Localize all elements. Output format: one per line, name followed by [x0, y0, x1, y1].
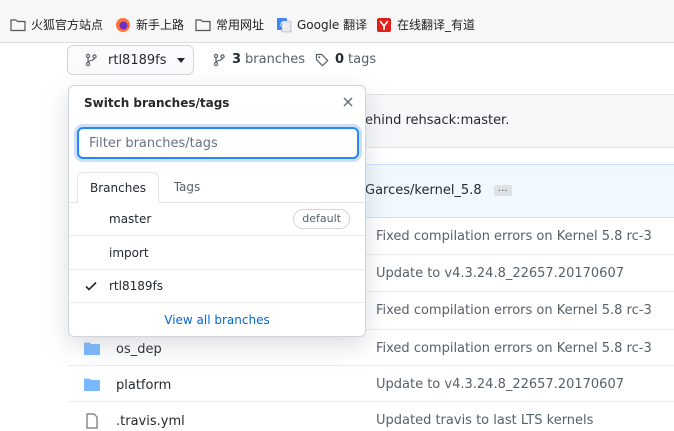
bookmark-google-translate[interactable]: G Google 翻译 [276, 16, 367, 33]
row-divider [366, 254, 674, 255]
branch-item-import[interactable]: import [69, 237, 365, 270]
google-translate-icon: G [277, 17, 292, 32]
file-row-travis[interactable]: .travis.yml [84, 411, 185, 431]
default-branch-badge: default [293, 209, 350, 229]
bookmark-label: 在线翻译_有道 [397, 18, 476, 32]
bookmark-youdao[interactable]: 在线翻译_有道 [376, 16, 475, 33]
file-icon [86, 413, 98, 429]
branch-filter-input[interactable] [77, 127, 359, 159]
bookmarks-toolbar: 火狐官方站点 新手上路 常用网址 G Google 翻译 在线翻译_有道 [0, 0, 674, 43]
commit-message[interactable]: Fixed compilation errors on Kernel 5.8 r… [376, 229, 652, 244]
file-name[interactable]: .travis.yml [116, 414, 185, 429]
current-branch-label: rtl8189fs [108, 52, 167, 68]
dropdown-header: Switch branches/tags [69, 86, 365, 120]
dropdown-footer: View all branches [69, 303, 365, 337]
commit-message[interactable]: Updated travis to last LTS kernels [376, 413, 593, 428]
youdao-icon [377, 17, 391, 32]
fork-status-text: ehind rehsack:master. [365, 113, 510, 128]
branches-label: branches [245, 52, 306, 67]
row-divider [366, 291, 674, 292]
folder-icon [10, 18, 26, 31]
commit-message[interactable]: Update to v4.3.24.8_22657.20170607 [376, 266, 624, 281]
branch-item-label: master [109, 212, 152, 226]
tab-branches[interactable]: Branches [77, 172, 159, 203]
branch-item-label: rtl8189fs [109, 279, 163, 293]
bookmark-label: 火狐官方站点 [31, 18, 104, 32]
dropdown-tabs: Branches Tags [69, 172, 365, 203]
row-divider [68, 365, 674, 366]
file-row-platform[interactable]: platform [84, 375, 171, 395]
tab-tags[interactable]: Tags [159, 172, 215, 202]
branch-item-rtl8189fs[interactable]: rtl8189fs [69, 270, 365, 303]
bookmark-getting-started[interactable]: 新手上路 [115, 16, 184, 33]
svg-text:G: G [280, 21, 285, 29]
folder-icon [195, 18, 211, 31]
folder-icon [84, 342, 100, 355]
latest-commit-ref[interactable]: Garces/kernel_5.8 [365, 183, 482, 198]
row-divider [68, 401, 674, 402]
tags-link[interactable]: 0 tags [315, 52, 376, 67]
view-all-branches-link[interactable]: View all branches [164, 313, 269, 327]
commit-message[interactable]: Fixed compilation errors on Kernel 5.8 r… [376, 303, 652, 318]
close-icon[interactable] [341, 95, 355, 109]
expand-commit-button[interactable]: … [493, 184, 512, 196]
chevron-down-icon [176, 57, 185, 63]
git-branch-icon [213, 53, 225, 66]
tags-label: tags [348, 52, 377, 67]
bookmark-common-sites[interactable]: 常用网址 [195, 16, 264, 33]
tag-icon [315, 53, 329, 67]
branch-switcher-dropdown: Switch branches/tags Branches Tags maste… [68, 85, 366, 337]
bookmark-label: 常用网址 [216, 18, 265, 32]
firefox-icon [116, 17, 130, 32]
bookmark-label: Google 翻译 [297, 18, 368, 32]
file-name[interactable]: platform [116, 378, 171, 393]
commit-message[interactable]: Fixed compilation errors on Kernel 5.8 r… [376, 341, 652, 356]
latest-commit-text: Garces/kernel_5.8 … [365, 183, 512, 198]
file-name[interactable]: os_dep [116, 342, 162, 357]
file-row-os-dep[interactable]: os_dep [84, 339, 162, 359]
check-icon [85, 281, 97, 291]
bookmark-label: 新手上路 [136, 18, 185, 32]
folder-icon [84, 378, 100, 391]
dropdown-title: Switch branches/tags [84, 96, 230, 110]
branches-link[interactable]: 3 branches [212, 52, 305, 67]
branches-count: 3 [232, 52, 242, 67]
branch-item-label: import [109, 246, 149, 260]
commit-message[interactable]: Update to v4.3.24.8_22657.20170607 [376, 377, 624, 392]
bookmark-firefox-official[interactable]: 火狐官方站点 [10, 16, 103, 33]
tags-count: 0 [335, 52, 345, 67]
git-branch-icon [85, 53, 97, 67]
branch-select-button[interactable]: rtl8189fs [67, 45, 194, 75]
branch-item-master[interactable]: master default [69, 203, 365, 236]
